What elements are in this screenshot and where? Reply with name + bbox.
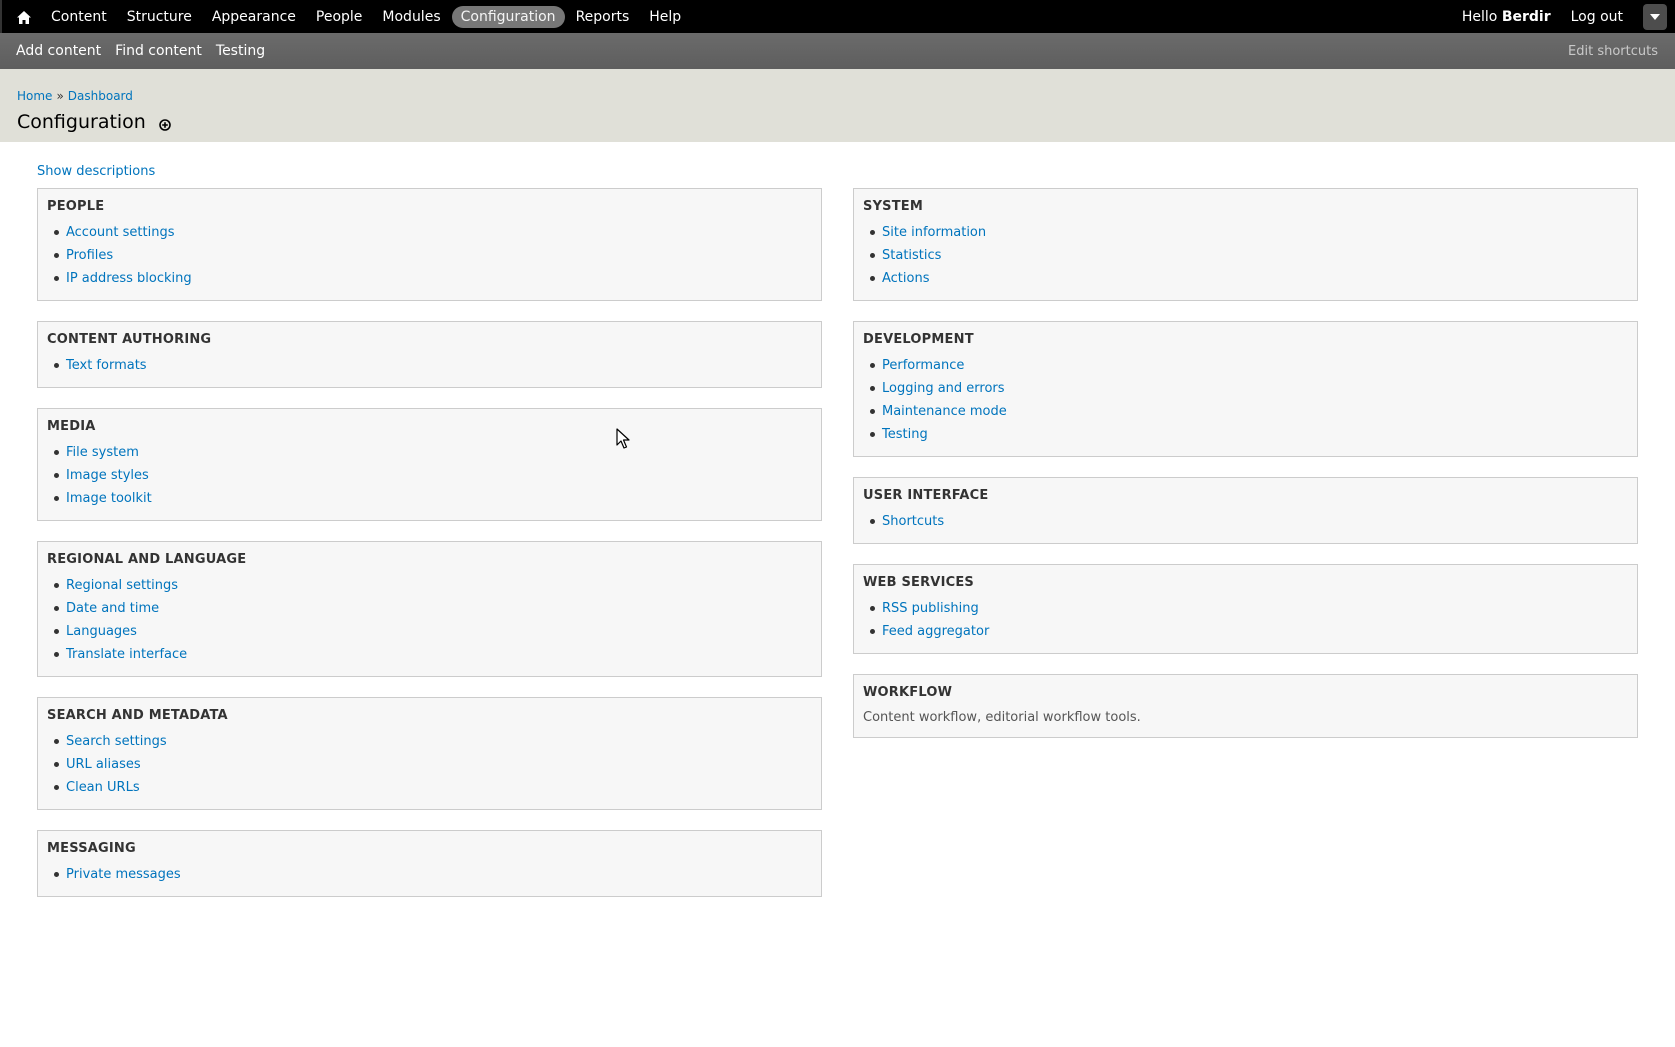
- link-translate-interface[interactable]: Translate interface: [54, 643, 812, 666]
- link-private-messages[interactable]: Private messages: [54, 863, 812, 886]
- toolbar-item-help[interactable]: Help: [640, 6, 690, 28]
- link-image-toolkit[interactable]: Image toolkit: [54, 487, 812, 510]
- main-content: Show descriptions PEOPLE Account settings…: [0, 142, 1675, 1047]
- link-feed-aggregator[interactable]: Feed aggregator: [870, 620, 1628, 643]
- link-maintenance-mode[interactable]: Maintenance mode: [870, 400, 1628, 423]
- show-descriptions-link[interactable]: Show descriptions: [37, 164, 155, 179]
- toolbar-item-configuration[interactable]: Configuration: [451, 5, 565, 28]
- user-greeting: Hello Berdir: [1461, 8, 1551, 25]
- edit-shortcuts-link[interactable]: Edit shortcuts: [1568, 33, 1658, 69]
- panel-link-list: Text formats: [47, 354, 812, 377]
- breadcrumb: Home » Dashboard: [17, 89, 133, 103]
- link-profiles[interactable]: Profiles: [54, 244, 812, 267]
- link-statistics[interactable]: Statistics: [870, 244, 1628, 267]
- shortcut-list: Add content Find content Testing: [9, 33, 272, 69]
- link-file-system[interactable]: File system: [54, 441, 812, 464]
- panel-title: SYSTEM: [863, 199, 924, 214]
- home-icon[interactable]: [14, 7, 34, 27]
- panel-link-list: Shortcuts: [863, 510, 1628, 533]
- right-column: SYSTEM Site information Statistics Actions D…: [853, 188, 1638, 758]
- toolbar-user-area: Hello Berdir Log out: [1462, 0, 1667, 33]
- panel-search-and-metadata: SEARCH AND METADATA Search settings URL al…: [37, 697, 822, 810]
- panel-link-list: Performance Logging and errors Maintenance…: [863, 354, 1628, 446]
- toolbar-menu: Content Structure Appearance People Modules C…: [42, 0, 692, 33]
- panel-regional-and-language: REGIONAL AND LANGUAGE Regional settings Da…: [37, 541, 822, 677]
- panel-user-interface: USER INTERFACE Shortcuts: [853, 477, 1638, 544]
- panel-media: MEDIA File system Image styles Image toolki…: [37, 408, 822, 521]
- toolbar-item-people[interactable]: People: [307, 6, 372, 28]
- panel-messaging: MESSAGING Private messages: [37, 830, 822, 897]
- link-regional-settings[interactable]: Regional settings: [54, 574, 812, 597]
- link-image-styles[interactable]: Image styles: [54, 464, 812, 487]
- panel-link-list: Private messages: [47, 863, 812, 886]
- panel-title: PEOPLE: [47, 199, 105, 214]
- shortcuts-bar: Add content Find content Testing Edit shor…: [0, 33, 1675, 69]
- panel-link-list: Regional settings Date and time Languages T…: [47, 574, 812, 666]
- page-header: Home » Dashboard Configuration: [0, 69, 1675, 142]
- breadcrumb-separator: »: [56, 89, 64, 103]
- add-shortcut-icon[interactable]: [159, 118, 171, 131]
- shortcut-testing[interactable]: Testing: [209, 43, 272, 59]
- panel-web-services: WEB SERVICES RSS publishing Feed aggregato…: [853, 564, 1638, 654]
- admin-toolbar: Content Structure Appearance People Modules C…: [0, 0, 1675, 33]
- link-logging-and-errors[interactable]: Logging and errors: [870, 377, 1628, 400]
- link-testing[interactable]: Testing: [870, 423, 1628, 446]
- toolbar-item-appearance[interactable]: Appearance: [203, 6, 305, 28]
- panel-title: WORKFLOW: [863, 685, 953, 700]
- panel-title: USER INTERFACE: [863, 488, 989, 503]
- link-search-settings[interactable]: Search settings: [54, 730, 812, 753]
- panel-development: DEVELOPMENT Performance Logging and errors…: [853, 321, 1638, 457]
- panel-title: REGIONAL AND LANGUAGE: [47, 552, 247, 567]
- shortcut-add-content[interactable]: Add content: [9, 43, 108, 59]
- panel-title: WEB SERVICES: [863, 575, 974, 590]
- logout-link[interactable]: Log out: [1571, 9, 1623, 25]
- page-title: Configuration: [17, 111, 146, 133]
- panel-link-list: Site information Statistics Actions: [863, 221, 1628, 290]
- link-actions[interactable]: Actions: [870, 267, 1628, 290]
- link-text-formats[interactable]: Text formats: [54, 354, 812, 377]
- panel-link-list: Search settings URL aliases Clean URLs: [47, 730, 812, 799]
- panel-system: SYSTEM Site information Statistics Actions: [853, 188, 1638, 301]
- link-rss-publishing[interactable]: RSS publishing: [870, 597, 1628, 620]
- username[interactable]: Berdir: [1502, 9, 1551, 25]
- shortcut-find-content[interactable]: Find content: [108, 43, 209, 59]
- left-column: PEOPLE Account settings Profiles IP address…: [37, 188, 822, 917]
- panel-title: DEVELOPMENT: [863, 332, 974, 347]
- link-clean-urls[interactable]: Clean URLs: [54, 776, 812, 799]
- link-site-information[interactable]: Site information: [870, 221, 1628, 244]
- link-performance[interactable]: Performance: [870, 354, 1628, 377]
- panel-description: Content workflow, editorial workflow too…: [863, 710, 1141, 725]
- link-url-aliases[interactable]: URL aliases: [54, 753, 812, 776]
- panel-title: MEDIA: [47, 419, 96, 434]
- panel-content-authoring: CONTENT AUTHORING Text formats: [37, 321, 822, 388]
- panel-title: MESSAGING: [47, 841, 136, 856]
- panel-title: CONTENT AUTHORING: [47, 332, 212, 347]
- breadcrumb-home-link[interactable]: Home: [17, 89, 52, 103]
- toolbar-item-reports[interactable]: Reports: [567, 6, 639, 28]
- link-ip-address-blocking[interactable]: IP address blocking: [54, 267, 812, 290]
- link-languages[interactable]: Languages: [54, 620, 812, 643]
- toolbar-item-structure[interactable]: Structure: [118, 6, 201, 28]
- toolbar-item-modules[interactable]: Modules: [373, 6, 449, 28]
- link-date-and-time[interactable]: Date and time: [54, 597, 812, 620]
- toolbar-item-content[interactable]: Content: [42, 6, 116, 28]
- chevron-down-icon[interactable]: [1643, 3, 1667, 30]
- panel-workflow: WORKFLOW Content workflow, editorial work…: [853, 674, 1638, 738]
- link-shortcuts[interactable]: Shortcuts: [870, 510, 1628, 533]
- link-account-settings[interactable]: Account settings: [54, 221, 812, 244]
- panel-people: PEOPLE Account settings Profiles IP address…: [37, 188, 822, 301]
- panel-link-list: RSS publishing Feed aggregator: [863, 597, 1628, 643]
- panel-link-list: File system Image styles Image toolkit: [47, 441, 812, 510]
- breadcrumb-dashboard-link[interactable]: Dashboard: [68, 89, 133, 103]
- panel-link-list: Account settings Profiles IP address block…: [47, 221, 812, 290]
- panel-title: SEARCH AND METADATA: [47, 708, 228, 723]
